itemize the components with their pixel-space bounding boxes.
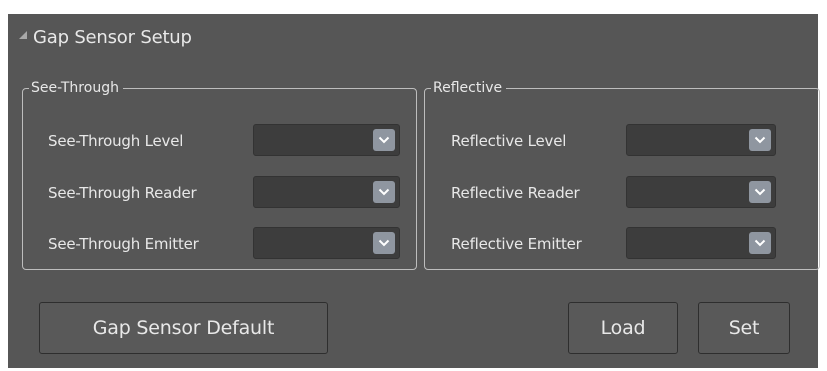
reflective-level-row: Reflective Level bbox=[425, 124, 819, 158]
panel-header[interactable]: Gap Sensor Setup bbox=[18, 26, 192, 48]
panel-title: Gap Sensor Setup bbox=[33, 26, 192, 48]
reflective-level-select[interactable] bbox=[626, 124, 776, 156]
chevron-down-icon[interactable] bbox=[749, 129, 771, 151]
see-through-legend: See-Through bbox=[31, 80, 119, 96]
see-through-level-row: See-Through Level bbox=[23, 124, 416, 158]
gap-sensor-default-button[interactable]: Gap Sensor Default bbox=[39, 302, 328, 354]
see-through-emitter-label: See-Through Emitter bbox=[48, 235, 199, 253]
reflective-emitter-row: Reflective Emitter bbox=[425, 227, 819, 261]
reflective-emitter-label: Reflective Emitter bbox=[451, 235, 582, 253]
chevron-down-icon[interactable] bbox=[373, 181, 395, 203]
reflective-reader-label: Reflective Reader bbox=[451, 184, 580, 202]
chevron-down-icon[interactable] bbox=[749, 232, 771, 254]
load-button[interactable]: Load bbox=[568, 302, 678, 354]
see-through-level-label: See-Through Level bbox=[48, 132, 184, 150]
reflective-emitter-select[interactable] bbox=[626, 227, 776, 259]
collapse-triangle-icon[interactable] bbox=[18, 30, 28, 40]
see-through-level-select[interactable] bbox=[253, 124, 400, 156]
see-through-reader-label: See-Through Reader bbox=[48, 184, 197, 202]
reflective-reader-row: Reflective Reader bbox=[425, 176, 819, 210]
reflective-group: Reflective Reflective Level Reflective R… bbox=[424, 80, 820, 270]
reflective-legend: Reflective bbox=[433, 80, 503, 96]
chevron-down-icon[interactable] bbox=[373, 232, 395, 254]
chevron-down-icon[interactable] bbox=[749, 181, 771, 203]
gap-sensor-setup-panel: Gap Sensor Setup See-Through See-Through… bbox=[8, 14, 820, 368]
see-through-emitter-row: See-Through Emitter bbox=[23, 227, 416, 261]
see-through-reader-select[interactable] bbox=[253, 176, 400, 208]
reflective-level-label: Reflective Level bbox=[451, 132, 567, 150]
see-through-group: See-Through See-Through Level See-Throug… bbox=[22, 80, 417, 270]
set-button[interactable]: Set bbox=[698, 302, 790, 354]
see-through-reader-row: See-Through Reader bbox=[23, 176, 416, 210]
reflective-reader-select[interactable] bbox=[626, 176, 776, 208]
see-through-emitter-select[interactable] bbox=[253, 227, 400, 259]
chevron-down-icon[interactable] bbox=[373, 129, 395, 151]
